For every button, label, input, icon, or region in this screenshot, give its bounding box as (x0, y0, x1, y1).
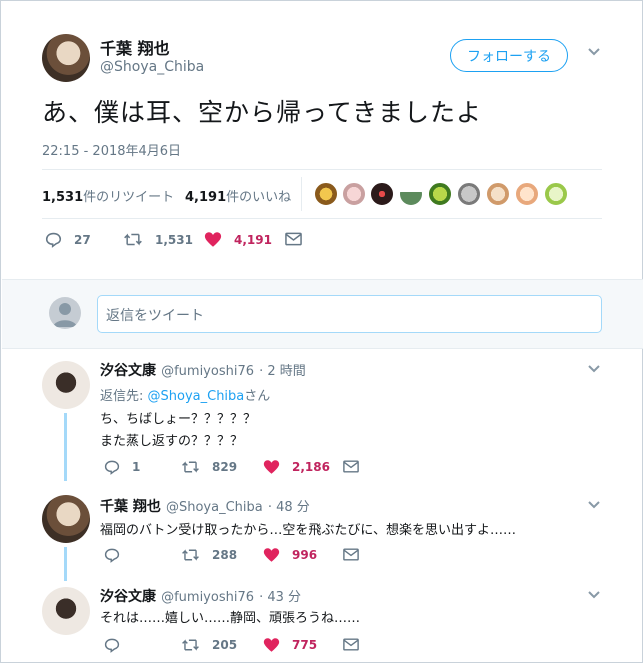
stats-divider (301, 177, 302, 211)
like-button[interactable]: 2,186 (263, 459, 330, 475)
direct-message-button[interactable] (343, 460, 359, 473)
retweet-button[interactable]: 288 (181, 547, 237, 563)
reply-header: 汐谷文康 @fumiyoshi76 · 2 時間 (100, 360, 306, 380)
user-avatar[interactable] (49, 297, 81, 329)
like-button[interactable]: 996 (263, 547, 317, 563)
heart-icon (263, 460, 280, 474)
liker-avatar[interactable] (544, 182, 568, 206)
author-display-name[interactable]: 千葉 翔也 (100, 35, 170, 59)
reply-button[interactable]: 27 (45, 231, 91, 248)
likes-stat-count: 4,191 (185, 190, 227, 205)
reply-text-line: ち、ちばしょー？？？？？ (100, 412, 257, 427)
reply-button[interactable]: 1 (104, 459, 140, 475)
tweet-page: 千葉 翔也 @Shoya_Chiba フォローする あ、僕は耳、空から帰ってきま… (0, 0, 643, 663)
direct-message-button[interactable] (285, 232, 302, 246)
mail-icon (343, 638, 359, 651)
retweet-count: 829 (212, 460, 238, 474)
retweets-stat[interactable]: 1,531件のリツイート (42, 186, 174, 205)
reply-to-prefix: 返信先: (100, 389, 148, 404)
reply-author-handle[interactable]: @Shoya_Chiba (166, 500, 263, 515)
retweet-button[interactable]: 829 (181, 459, 237, 475)
retweet-icon (182, 639, 199, 651)
liker-avatar[interactable] (486, 182, 510, 206)
liker-avatar[interactable] (314, 182, 338, 206)
retweet-count: 1,531 (155, 232, 193, 247)
liker-avatar[interactable] (399, 182, 423, 206)
direct-message-button[interactable] (343, 548, 359, 561)
reply-to-handle[interactable]: @Shoya_Chiba (148, 389, 245, 404)
reply-time[interactable]: · 43 分 (259, 590, 301, 605)
author-avatar[interactable] (42, 34, 90, 82)
heart-icon (263, 548, 280, 562)
like-count: 4,191 (234, 232, 272, 247)
direct-message-button[interactable] (343, 638, 359, 651)
reply-icon (104, 548, 120, 563)
liker-avatar[interactable] (515, 182, 539, 206)
likes-stat[interactable]: 4,191件のいいね (185, 186, 291, 205)
liker-avatar[interactable] (370, 182, 394, 206)
retweets-stat-label: 件のリツイート (83, 190, 175, 205)
divider (42, 169, 602, 170)
retweet-icon (182, 461, 199, 473)
retweet-icon (182, 549, 199, 561)
mail-icon (285, 232, 302, 246)
retweet-count: 288 (212, 548, 238, 562)
reply-author-avatar[interactable] (42, 495, 90, 543)
reply-to-line: 返信先: @Shoya_Chibaさん (100, 385, 270, 404)
reply-icon (104, 460, 120, 475)
reply-button[interactable] (104, 637, 132, 653)
like-count: 996 (292, 548, 318, 562)
follow-button[interactable]: フォローする (450, 39, 568, 72)
chevron-down-icon[interactable] (587, 500, 601, 510)
tweet-timestamp[interactable]: 22:15 - 2018年4月6日 (42, 140, 181, 159)
thread-line (64, 547, 67, 581)
author-handle[interactable]: @Shoya_Chiba (100, 59, 204, 75)
reply-text-line: また蒸し返すの？？？？ (100, 434, 244, 449)
liker-avatar[interactable] (428, 182, 452, 206)
tweet-text: あ、僕は耳、空から帰ってきましたよ (42, 98, 483, 127)
heart-icon (204, 232, 222, 247)
reply-author-name[interactable]: 汐谷文康 (100, 363, 156, 379)
reply-author-name[interactable]: 汐谷文康 (100, 589, 156, 605)
reply-header: 汐谷文康 @fumiyoshi76 · 43 分 (100, 586, 301, 606)
retweet-count: 205 (212, 638, 238, 652)
like-count: 775 (292, 638, 318, 652)
chevron-down-icon[interactable] (587, 364, 601, 374)
reply-to-suffix: さん (244, 389, 271, 404)
reply-input[interactable]: 返信をツイート (97, 295, 602, 333)
retweet-button[interactable]: 205 (181, 637, 237, 653)
reply-count: 27 (74, 232, 91, 247)
like-button[interactable]: 775 (263, 637, 317, 653)
reply-button[interactable] (104, 547, 132, 563)
reply-icon (45, 232, 62, 248)
retweets-stat-count: 1,531 (42, 190, 84, 205)
like-count: 2,186 (292, 460, 330, 474)
mail-icon (343, 548, 359, 561)
reply-time[interactable]: · 2 時間 (259, 364, 306, 379)
reply-author-avatar[interactable] (42, 587, 90, 635)
reply-author-handle[interactable]: @fumiyoshi76 (161, 590, 254, 605)
default-avatar-icon (53, 303, 77, 327)
reply-text-line: それは……嬉しい……静岡、頑張ろうね…… (100, 611, 361, 626)
heart-icon (263, 638, 280, 652)
mail-icon (343, 460, 359, 473)
reply-author-handle[interactable]: @fumiyoshi76 (161, 364, 254, 379)
chevron-down-icon[interactable] (587, 47, 601, 57)
liker-avatar[interactable] (342, 182, 366, 206)
like-button[interactable]: 4,191 (204, 231, 272, 248)
reply-author-avatar[interactable] (42, 361, 90, 409)
chevron-down-icon[interactable] (587, 590, 601, 600)
liker-avatar[interactable] (457, 182, 481, 206)
reply-text-line: 福岡のバトン受け取ったから…空を飛ぶたびに、想楽を思い出すよ…… (100, 523, 517, 538)
reply-count: 1 (132, 460, 141, 474)
likes-stat-label: 件のいいね (226, 190, 292, 205)
reply-time[interactable]: · 48 分 (268, 500, 310, 515)
thread-line (64, 413, 67, 481)
retweet-icon (124, 233, 142, 246)
reply-author-name[interactable]: 千葉 翔也 (100, 499, 161, 515)
retweet-button[interactable]: 1,531 (123, 231, 193, 248)
reply-header: 千葉 翔也 @Shoya_Chiba · 48 分 (100, 496, 310, 516)
reply-icon (104, 638, 120, 653)
divider (42, 218, 602, 219)
